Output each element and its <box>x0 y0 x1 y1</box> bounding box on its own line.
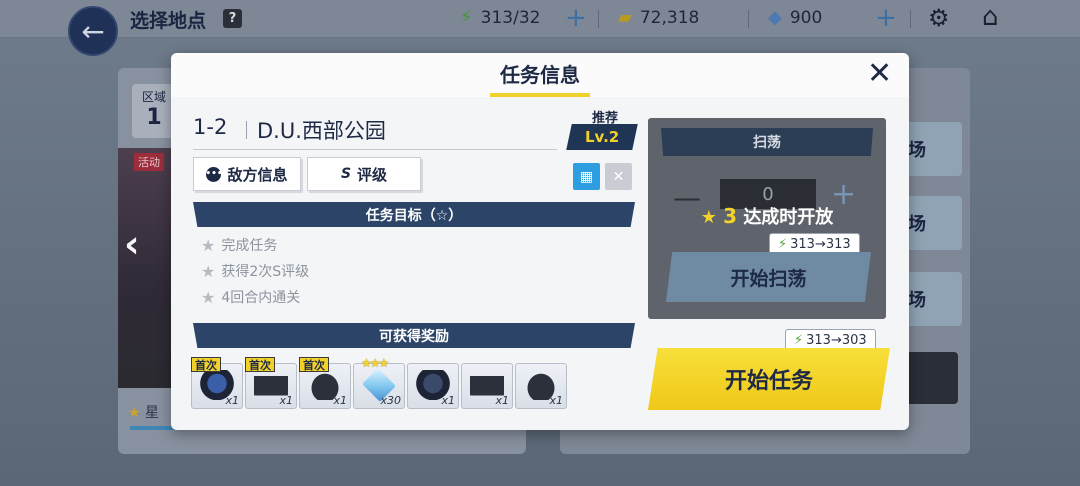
reward-qty: x30 <box>380 394 401 407</box>
energy-cost-text: 313→313 <box>790 236 851 252</box>
lightning-icon: ⚡ <box>778 236 788 252</box>
divider <box>246 121 247 139</box>
mission-info-dialog: 任务信息 ✕ 1-2 D.U.西部公园 推荐 Lv.2 ••• 敌方信息 S 评… <box>171 53 909 430</box>
rating-button[interactable]: S 评级 <box>307 157 421 191</box>
divider <box>598 10 599 28</box>
add-energy-button[interactable]: + <box>565 3 587 33</box>
reward-qty: x1 <box>333 394 347 407</box>
page-title: 选择地点 <box>130 10 207 32</box>
objective-item: ★ 完成任务 <box>201 235 277 255</box>
energy-counter: ⚡ 313/32 <box>460 7 540 28</box>
start-sweep-button[interactable]: 开始扫荡 <box>666 252 871 302</box>
objective-item: ★ 获得2次S评级 <box>201 261 309 281</box>
scene-image <box>118 148 178 388</box>
help-icon[interactable]: ? <box>223 9 242 28</box>
home-icon[interactable]: ⌂ <box>982 2 999 32</box>
gold-value: 72,318 <box>639 7 700 28</box>
star-label: 星 <box>145 405 160 421</box>
reward-qty: x1 <box>225 394 239 407</box>
star-icon: ★ <box>201 261 216 281</box>
rewards-header: 可获得奖励 <box>193 323 635 348</box>
zone-number: 1 <box>146 105 162 130</box>
gear-icon[interactable]: ⚙ <box>928 4 950 32</box>
star-icon: ★ <box>201 235 216 255</box>
objectives-header: 任务目标（☆） <box>193 202 635 227</box>
s-rank-icon: S <box>340 166 352 182</box>
mission-energy-cost: ⚡ 313→303 <box>785 329 876 351</box>
objective-text: 4回合内通关 <box>221 290 301 306</box>
objective-text: 完成任务 <box>221 238 278 254</box>
divider <box>193 149 557 150</box>
start-mission-button[interactable]: 开始任务 <box>648 348 890 410</box>
recommend-level-badge: Lv.2 <box>566 124 638 150</box>
reward-qty: x1 <box>279 394 293 407</box>
reward-qty: x1 <box>495 394 509 407</box>
sweep-header: 扫荡 <box>661 128 873 156</box>
energy-value: 313/32 <box>480 7 541 28</box>
enemy-info-button[interactable]: ••• 敌方信息 <box>193 157 301 191</box>
first-clear-tag: 首次 <box>299 357 329 372</box>
close-icon[interactable]: ✕ <box>867 59 892 89</box>
objective-text: 获得2次S评级 <box>221 264 310 280</box>
energy-cost-text: 313→303 <box>806 332 867 348</box>
rating-label: 评级 <box>357 165 388 184</box>
first-clear-tag: 首次 <box>245 357 275 372</box>
star-icon: ★ <box>128 405 141 421</box>
zone-label: 区域 <box>141 90 166 104</box>
stage-id: 1-2 <box>193 115 228 139</box>
unlock-star-count: 3 <box>723 204 738 228</box>
reward-item[interactable]: x1 <box>461 363 513 409</box>
chat-bubble-icon: ••• <box>205 166 223 182</box>
reward-qty: x1 <box>441 394 455 407</box>
star-row: ★ 星 <box>128 402 159 422</box>
close-icon[interactable]: ✕ <box>605 163 632 190</box>
sweep-energy-cost: ⚡ 313→313 <box>769 233 860 255</box>
zone-box: 区域 1 <box>132 84 176 138</box>
objective-item: ★ 4回合内通关 <box>201 287 300 307</box>
enemy-info-label: 敌方信息 <box>227 165 288 184</box>
stage-name: D.U.西部公园 <box>257 119 386 143</box>
divider <box>748 10 749 28</box>
sweep-unlock-text: ★ 3 达成时开放 <box>648 203 886 229</box>
gem-value: 900 <box>789 7 823 28</box>
divider <box>910 10 911 28</box>
unlock-label: 达成时开放 <box>743 207 834 228</box>
back-button[interactable]: ← <box>68 6 118 56</box>
rarity-stars: ★★★ <box>361 356 389 370</box>
gem-counter: ◆ 900 <box>768 7 822 28</box>
star-icon: ★ <box>201 287 216 307</box>
reward-item[interactable]: x1 <box>407 363 459 409</box>
reward-qty: x1 <box>549 394 563 407</box>
ticket-icon: ▰ <box>618 7 632 28</box>
recommend-level: Lv.2 <box>584 128 620 146</box>
dialog-title: 任务信息 <box>500 63 580 87</box>
star-icon: ★ <box>700 207 717 228</box>
gem-icon: ◆ <box>768 7 782 28</box>
chevron-left-icon[interactable]: ‹ <box>124 222 140 266</box>
event-tag: 活动 <box>134 153 164 171</box>
first-clear-tag: 首次 <box>191 357 221 372</box>
lightning-icon: ⚡ <box>460 7 473 28</box>
lightning-icon: ⚡ <box>794 332 804 348</box>
title-underline <box>490 93 590 97</box>
building-icon[interactable]: ▦ <box>573 163 600 190</box>
reward-item[interactable]: x1 <box>515 363 567 409</box>
add-gem-button[interactable]: + <box>875 3 897 33</box>
gold-counter: ▰ 72,318 <box>618 7 699 28</box>
arrow-left-icon: ← <box>81 14 105 48</box>
